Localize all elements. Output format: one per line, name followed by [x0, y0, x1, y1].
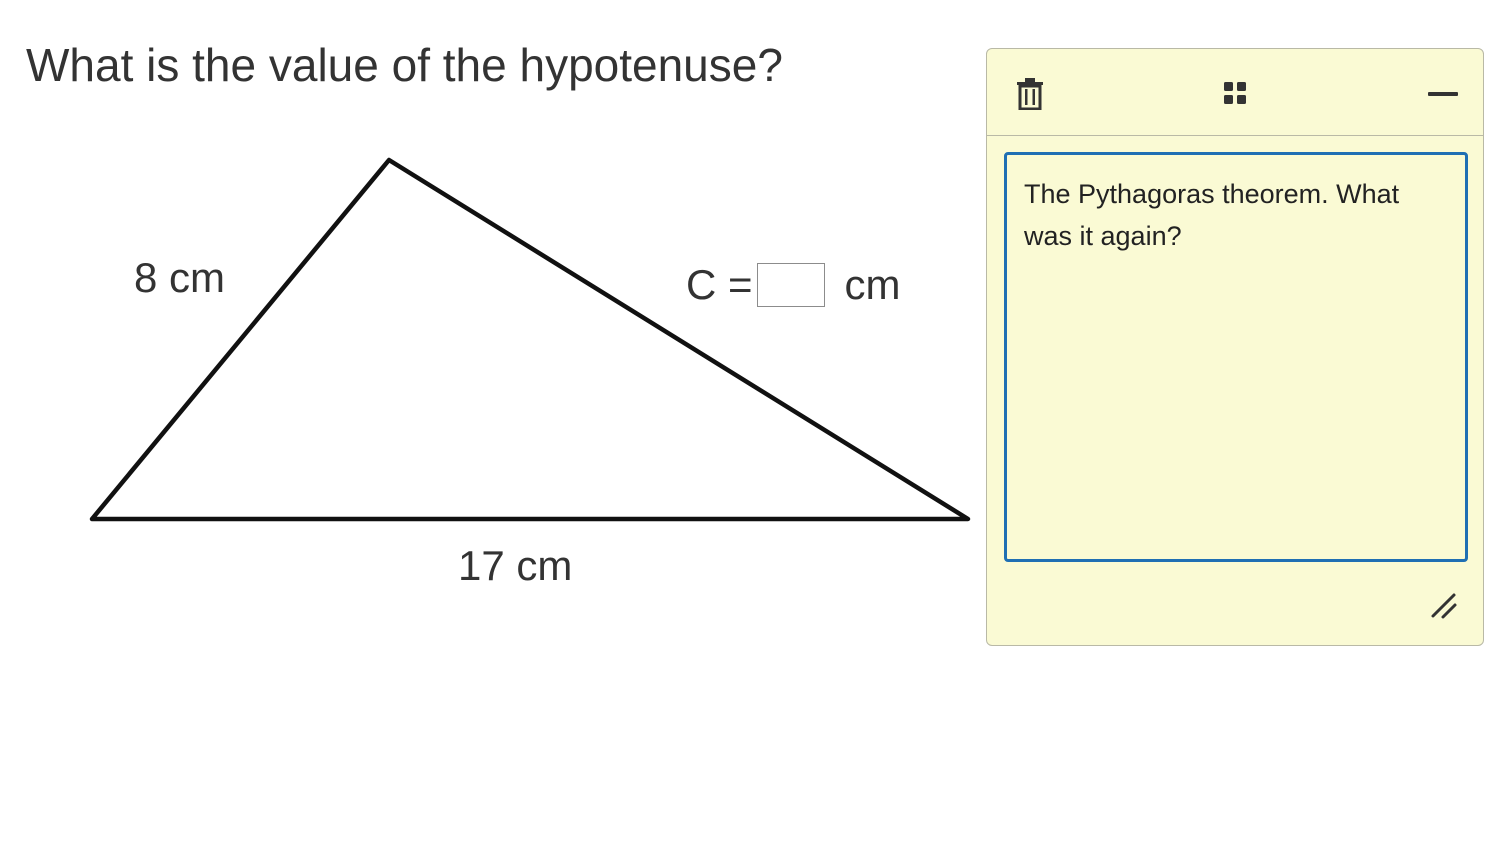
- sticky-note: The Pythagoras theorem. What was it agai…: [986, 48, 1484, 646]
- resize-handle-icon: [1431, 593, 1457, 619]
- minus-icon: [1428, 92, 1458, 96]
- hypotenuse-answer: C = cm: [686, 261, 901, 309]
- triangle-diagram: [89, 157, 971, 522]
- hypotenuse-input[interactable]: [756, 263, 825, 307]
- side-b-label: 17 cm: [458, 542, 573, 589]
- move-note-button[interactable]: [1215, 75, 1257, 113]
- trash-icon: [1017, 78, 1043, 110]
- note-toolbar: [987, 49, 1483, 136]
- note-textarea[interactable]: The Pythagoras theorem. What was it agai…: [1004, 152, 1468, 562]
- hypotenuse-unit: cm: [844, 261, 901, 308]
- hypotenuse-variable: C =: [686, 261, 753, 308]
- resize-handle[interactable]: [1427, 589, 1461, 623]
- triangle-shape: [89, 157, 971, 522]
- drag-grid-icon: [1224, 82, 1246, 104]
- triangle-figure: 8 cm 17 cm C = cm: [0, 0, 980, 620]
- side-a-label: 8 cm: [134, 254, 226, 301]
- minimize-note-button[interactable]: [1421, 75, 1465, 113]
- delete-note-button[interactable]: [1011, 75, 1049, 113]
